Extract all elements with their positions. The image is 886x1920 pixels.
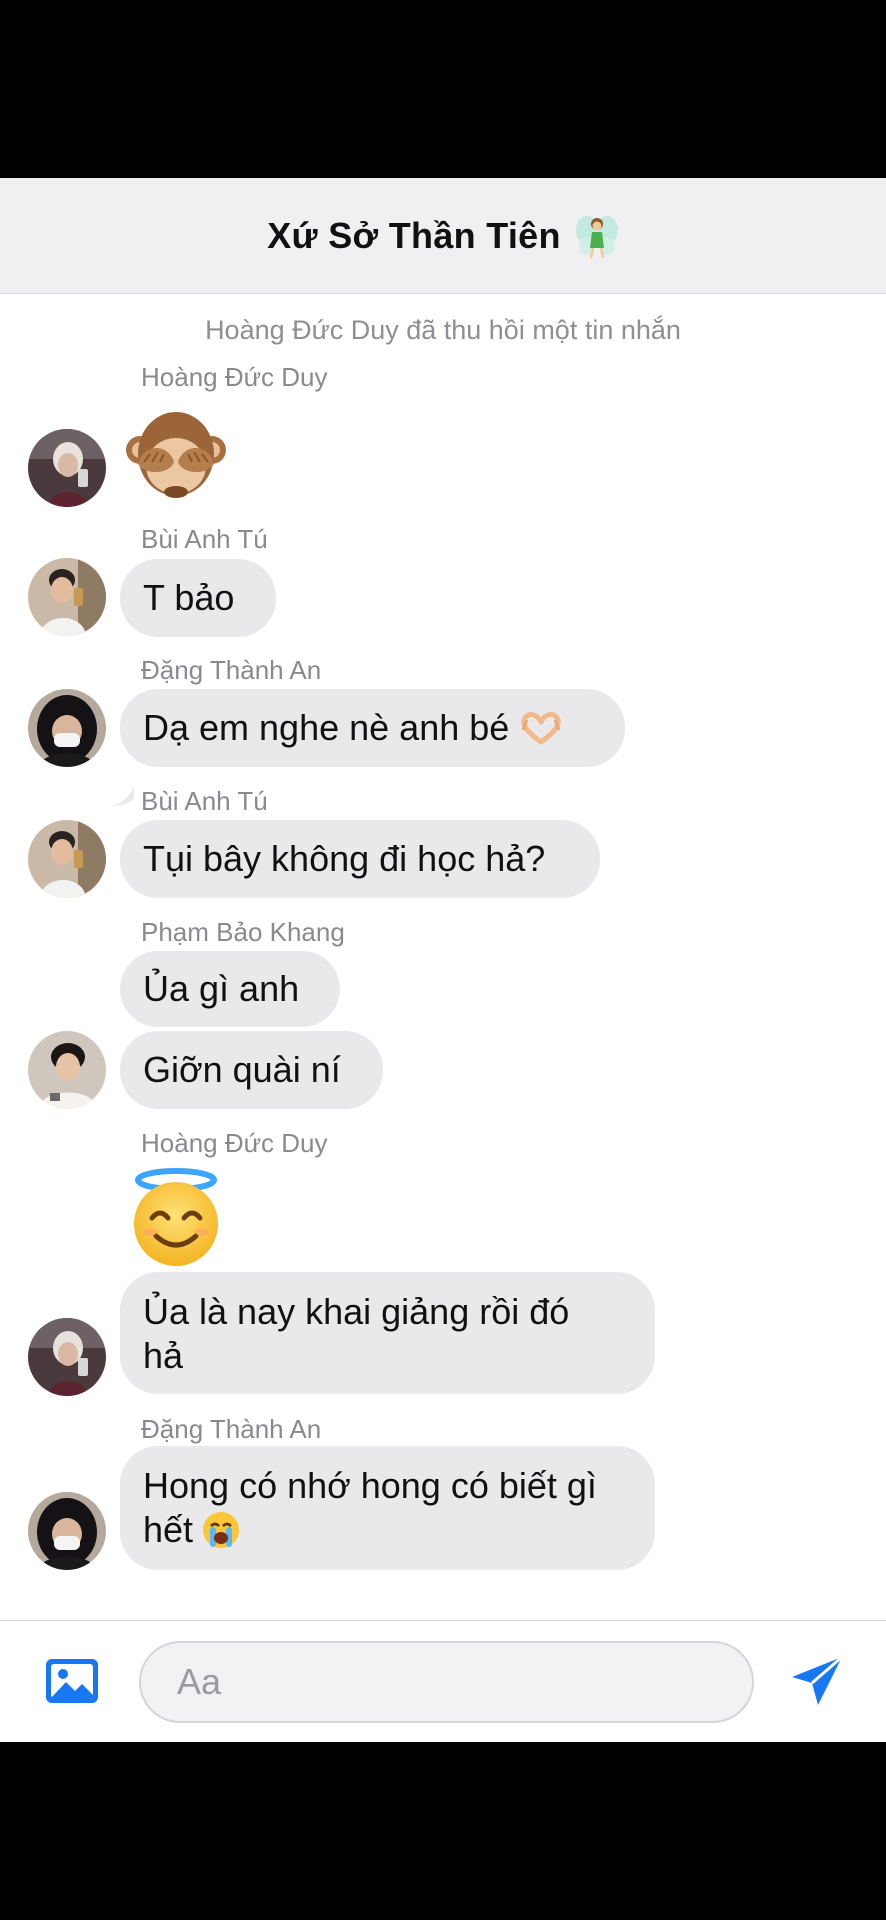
avatar-bui-anh-tu[interactable] [28,820,106,898]
heart-hands-icon [521,712,561,745]
see-no-evil-monkey-icon [126,412,226,498]
recall-notice: Hoàng Đức Duy đã thu hồi một tin nhắn [205,315,681,345]
message-bubble[interactable]: Hong có nhớ hong có biết gì hết [120,1446,655,1570]
conversation-title: Xứ Sở Thần Tiên [267,214,561,256]
message-bubble[interactable]: Giỡn quài ní [120,1031,383,1109]
message-input[interactable]: Aa [139,1641,754,1723]
sender-name: Bùi Anh Tú [141,786,268,816]
sender-name: Bùi Anh Tú [141,524,268,554]
avatar-bui-anh-tu[interactable] [28,558,106,636]
sender-name: Hoàng Đức Duy [141,362,328,392]
message-bubble[interactable]: Tụi bây không đi học hả? [120,820,600,898]
message-text: Ủa gì anh [143,968,300,1009]
message-text: Giỡn quài ní [143,1049,341,1090]
fairy-emoji-icon [575,215,618,258]
message-bubble[interactable]: Ủa gì anh [120,951,340,1027]
sender-name: Phạm Bảo Khang [141,917,345,947]
avatar-hoang-duc-duy[interactable] [28,1318,106,1396]
photo-icon[interactable] [44,1657,100,1705]
bubble-tail [110,784,134,806]
send-icon[interactable] [790,1655,844,1709]
message-input-placeholder: Aa [177,1661,222,1702]
message-text: T bảo [143,577,235,618]
avatar-pham-bao-khang[interactable] [28,1031,106,1109]
smiling-face-with-halo-icon [134,1168,218,1266]
message-text: Ủa là nay khai giảng rồi đó hả [143,1291,570,1376]
avatar-dang-thanh-an[interactable] [28,689,106,767]
sender-name: Hoàng Đức Duy [141,1128,328,1158]
loudly-crying-face-icon [203,1512,240,1548]
message-composer: Aa [0,1620,886,1742]
sender-name: Đặng Thành An [141,655,322,685]
message-text: Hong có nhớ hong có biết gì hết [143,1464,613,1552]
avatar-dang-thanh-an[interactable] [28,1492,106,1570]
chat-screen: Xứ Sở Thần Tiên Hoàng Đức Duy đã thu hồi… [0,178,886,1742]
message-bubble[interactable]: T bảo [120,559,276,637]
message-text: Dạ em nghe nè anh bé [143,707,510,748]
message-bubble[interactable]: Ủa là nay khai giảng rồi đó hả [120,1272,655,1394]
avatar-hoang-duc-duy[interactable] [28,429,106,507]
sender-name: Đặng Thành An [141,1414,322,1444]
message-text: Tụi bây không đi học hả? [143,838,546,879]
message-bubble[interactable]: Dạ em nghe nè anh bé [120,689,625,767]
chat-header[interactable]: Xứ Sở Thần Tiên [0,178,886,294]
